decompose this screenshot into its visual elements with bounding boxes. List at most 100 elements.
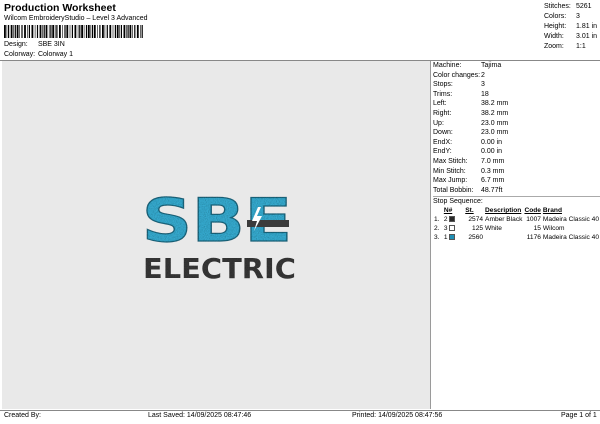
- machine-stat-row: Min Stitch: 0.3 mm: [433, 167, 505, 175]
- barcode-bar: [39, 25, 42, 38]
- created-by: Created By:: [4, 412, 41, 419]
- barcode-bar: [8, 25, 10, 38]
- color-swatch: [449, 225, 456, 232]
- page-number: Page 1 of 1: [561, 412, 597, 419]
- stat-row: Width: 3.01 in: [544, 33, 598, 40]
- page-title: Production Worksheet: [4, 2, 116, 14]
- colorway-value: Colorway 1: [37, 51, 73, 58]
- last-saved: Last Saved: 14/09/2025 08:47:46: [148, 412, 252, 419]
- barcode-bar: [56, 25, 58, 38]
- barcode-bar: [42, 25, 43, 38]
- table-row[interactable]: 1. 2 2574 Amber Black 1007 Madeira Classic 4…: [433, 215, 600, 224]
- barcode-bar: [106, 25, 108, 38]
- barcode-bar: [79, 25, 81, 38]
- machine-stat-row: Right: 38.2 mm: [433, 109, 509, 117]
- col-st: St.: [465, 207, 474, 215]
- barcode-bar: [81, 25, 83, 38]
- col-code: Code: [524, 207, 541, 215]
- barcode-bar: [21, 25, 23, 38]
- barcode-bar: [45, 25, 48, 38]
- design-preview-canvas[interactable]: SBE ELECTRIC: [2, 61, 431, 409]
- barcode-bar: [91, 25, 94, 38]
- logo-text-electric: ELECTRIC: [143, 252, 296, 285]
- barcode-bar: [123, 25, 126, 38]
- barcode-bar: [6, 25, 8, 38]
- color-swatch: [449, 216, 456, 223]
- stat-row: Height: 1.81 in: [544, 23, 598, 30]
- machine-stat-row: Max Jump: 6.7 mm: [433, 177, 505, 185]
- machine-stat-row: Max Stitch: 7.0 mm: [433, 157, 505, 165]
- colorway-row: Colorway: Colorway 1: [4, 51, 73, 58]
- barcode-bar: [120, 25, 122, 38]
- barcode-bar: [114, 25, 116, 38]
- colorway-label: Colorway:: [4, 51, 36, 58]
- barcode-bar: [127, 25, 129, 38]
- barcode-bar: [31, 25, 34, 38]
- barcode-bar: [52, 25, 55, 38]
- barcode-bar: [13, 25, 14, 38]
- footer-divider: [0, 410, 600, 411]
- barcode-bar: [102, 25, 104, 38]
- barcode-bar: [85, 25, 88, 38]
- barcode-bar: [104, 25, 106, 38]
- stat-row: Zoom: 1:1: [544, 43, 586, 50]
- design-row: Design: SBE 3IN: [4, 41, 65, 48]
- machine-stat-row: Total Bobbin: 48.77ft: [433, 186, 503, 194]
- stat-row: Colors: 3: [544, 13, 580, 20]
- barcode-bar: [136, 25, 139, 38]
- barcode-bar: [66, 25, 69, 38]
- printed-date: Printed: 14/09/2025 08:47:56: [352, 412, 443, 419]
- machine-stat-row: Stops: 3: [433, 81, 485, 89]
- barcode-bar: [112, 25, 114, 38]
- table-header-row: N# St. Description Code Brand: [433, 206, 600, 215]
- barcode-bar: [77, 25, 79, 38]
- barcode-bar: [71, 25, 73, 38]
- barcode-bar: [43, 25, 45, 38]
- barcode-bar: [69, 25, 71, 38]
- machine-stat-row: Left: 38.2 mm: [433, 100, 509, 108]
- barcode-bar: [27, 25, 28, 38]
- col-description: Description: [485, 207, 522, 215]
- barcode-bar: [116, 25, 119, 38]
- barcode-bar: [119, 25, 120, 38]
- machine-stat-row: Up: 23.0 mm: [433, 119, 509, 127]
- barcode-bar: [48, 25, 50, 38]
- barcode-bar: [90, 25, 92, 38]
- color-swatch: [449, 234, 456, 241]
- barcode-bar: [87, 25, 90, 38]
- barcode-bar: [14, 25, 16, 38]
- barcode-bar: [64, 25, 66, 38]
- col-brand: Brand: [542, 207, 562, 215]
- table-row[interactable]: 2. 3 125 White 15 Wilcom: [433, 224, 600, 233]
- logo-plug-bar: [247, 220, 289, 227]
- barcode-bar: [132, 25, 133, 38]
- machine-stat-row: EndY: 0.00 in: [433, 148, 503, 156]
- barcode-bar: [134, 25, 136, 38]
- barcode-bar: [16, 25, 19, 38]
- stop-sequence-title: Stop Sequence:: [433, 196, 600, 206]
- barcode-bar: [141, 25, 143, 38]
- stop-sequence-table: N# St. Description Code Brand 1. 2 2574 Am…: [433, 206, 600, 242]
- machine-stat-row: Down: 23.0 mm: [433, 129, 509, 137]
- machine-stat-row: Trims: 18: [433, 90, 489, 98]
- barcode-bar: [109, 25, 112, 38]
- barcode-bar: [129, 25, 132, 38]
- barcode-bar: [28, 25, 30, 38]
- table-row[interactable]: 3. 1 2560 1176 Madeira Classic 40: [433, 233, 600, 242]
- machine-stat-row: Machine: Tajima: [433, 62, 502, 69]
- logo-artwork: SBE ELECTRIC: [141, 185, 296, 285]
- barcode-bar: [140, 25, 141, 38]
- barcode-bar: [50, 25, 52, 38]
- barcode-bar: [10, 25, 13, 38]
- barcode-bar: [97, 25, 98, 38]
- barcode-bar: [34, 25, 36, 38]
- barcode-bar: [59, 25, 61, 38]
- barcode-bar: [126, 25, 127, 38]
- barcode-bar: [24, 25, 26, 38]
- software-subtitle: Wilcom EmbroideryStudio – Level 3 Advanc…: [4, 15, 148, 22]
- details-panel: Machine: Tajima Color changes: 2 Stops: 3 Trim…: [433, 61, 600, 242]
- summary-stats: Stitches: 5261 Colors: 3 Height: 1.81 in Wi…: [544, 2, 600, 52]
- stat-row: Stitches: 5261: [544, 3, 592, 10]
- barcode-bar: [83, 25, 85, 38]
- design-label: Design:: [4, 41, 28, 48]
